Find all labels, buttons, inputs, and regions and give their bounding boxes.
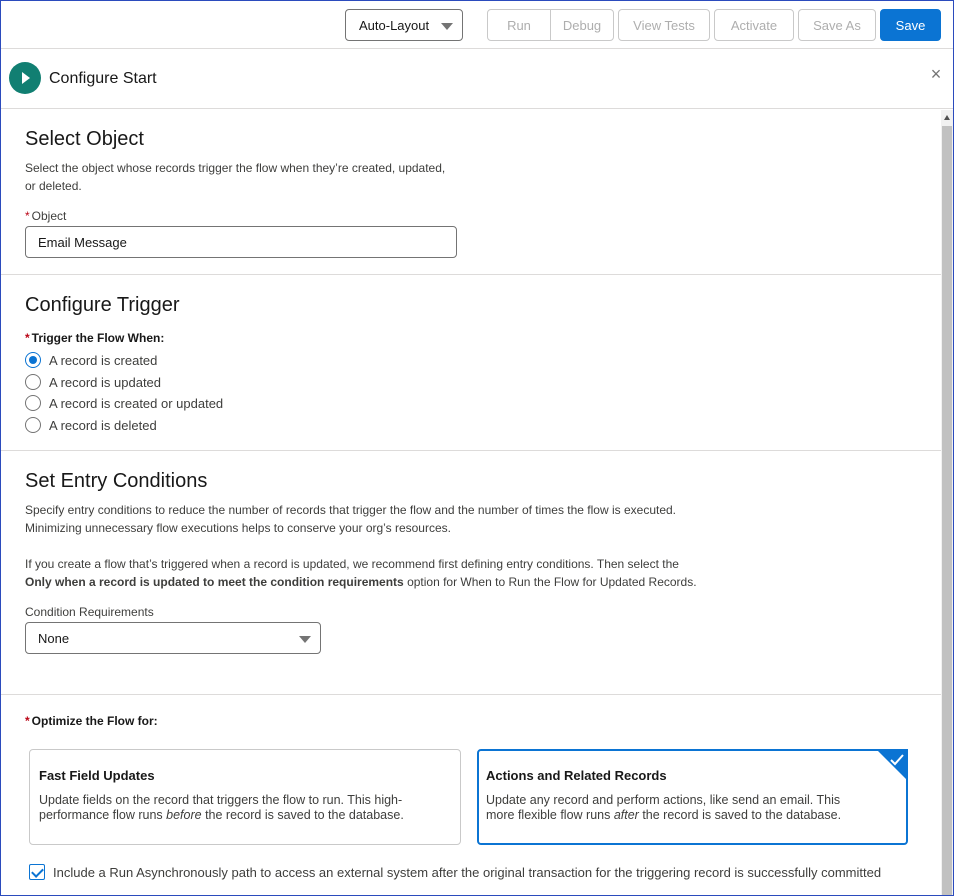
run-async-checkbox-row[interactable]: Include a Run Asynchronously path to acc… bbox=[29, 864, 881, 880]
select-object-description-line1: Select the object whose records trigger … bbox=[25, 161, 446, 175]
run-async-label: Include a Run Asynchronously path to acc… bbox=[53, 864, 882, 880]
auto-layout-label: Auto-Layout bbox=[359, 17, 430, 33]
condition-requirements-select[interactable]: None bbox=[25, 622, 321, 654]
card-description-pre: more flexible flow runs bbox=[486, 808, 614, 822]
trigger-label: * Trigger the Flow When: bbox=[25, 331, 164, 345]
object-field-label: * Object bbox=[25, 209, 66, 223]
section-divider bbox=[1, 694, 941, 695]
condition-requirements-value: None bbox=[38, 630, 70, 646]
section-divider bbox=[1, 450, 941, 451]
card-description-pre: performance flow runs bbox=[39, 808, 167, 822]
radio-button-checked[interactable] bbox=[25, 352, 41, 368]
scroll-up-arrow-icon[interactable] bbox=[944, 115, 950, 120]
view-tests-button[interactable]: View Tests bbox=[618, 9, 710, 41]
run-async-checkbox[interactable] bbox=[29, 864, 45, 880]
radio-label: A record is created or updated bbox=[49, 395, 224, 411]
section-divider bbox=[1, 274, 941, 275]
card-description-line1: Update any record and perform actions, l… bbox=[486, 793, 841, 807]
required-marker: * bbox=[25, 714, 30, 728]
radio-record-created-or-updated[interactable]: A record is created or updated bbox=[25, 394, 223, 412]
panel-title: Configure Start bbox=[49, 70, 157, 87]
select-object-description-line2: or deleted. bbox=[25, 179, 82, 193]
object-input-value: Email Message bbox=[38, 234, 127, 250]
run-debug-button-group: Run Debug bbox=[487, 9, 614, 41]
radio-record-created[interactable]: A record is created bbox=[25, 351, 157, 369]
configure-trigger-title: Configure Trigger bbox=[25, 294, 180, 316]
radio-label: A record is created bbox=[49, 352, 158, 368]
auto-layout-dropdown[interactable]: Auto-Layout bbox=[345, 9, 463, 41]
card-description-em: after bbox=[613, 808, 639, 822]
card-description: Update fields on the record that trigger… bbox=[39, 793, 404, 823]
panel-header: Configure Start × bbox=[1, 50, 953, 109]
scrollbar-thumb[interactable] bbox=[942, 126, 952, 895]
radio-record-updated[interactable]: A record is updated bbox=[25, 373, 161, 391]
select-object-title: Select Object bbox=[25, 128, 144, 150]
fast-field-updates-card[interactable]: Fast Field Updates Update fields on the … bbox=[29, 749, 461, 845]
entry-conditions-description-line2: Minimizing unnecessary flow executions h… bbox=[25, 521, 451, 535]
card-title: Actions and Related Records bbox=[486, 768, 667, 783]
entry-conditions-title: Set Entry Conditions bbox=[25, 470, 208, 492]
card-title: Fast Field Updates bbox=[39, 768, 155, 783]
chevron-down-icon bbox=[441, 23, 453, 30]
optimize-label-text: Optimize the Flow for: bbox=[31, 714, 158, 728]
save-button[interactable]: Save bbox=[880, 9, 941, 41]
entry-conditions-description-line1: Specify entry conditions to reduce the n… bbox=[25, 503, 677, 517]
card-description: Update any record and perform actions, l… bbox=[486, 793, 841, 823]
object-input[interactable]: Email Message bbox=[25, 226, 457, 258]
card-description-em: before bbox=[166, 808, 202, 822]
card-description-line1: Update fields on the record that trigger… bbox=[39, 793, 403, 807]
trigger-label-text: Trigger the Flow When: bbox=[31, 331, 165, 345]
entry-conditions-note-line1: If you create a flow that’s triggered wh… bbox=[25, 557, 679, 571]
radio-button[interactable] bbox=[25, 417, 41, 433]
entry-conditions-note-line2: Only when a record is updated to meet th… bbox=[25, 573, 697, 591]
entry-conditions-note-rest: option for When to Run the Flow for Upda… bbox=[403, 575, 697, 589]
play-icon bbox=[9, 62, 41, 94]
radio-label: A record is updated bbox=[49, 374, 162, 390]
panel-content: Select Object Select the object whose re… bbox=[1, 110, 941, 895]
activate-button[interactable]: Activate bbox=[714, 9, 794, 41]
radio-button[interactable] bbox=[25, 374, 41, 390]
required-marker: * bbox=[25, 331, 30, 345]
save-as-button[interactable]: Save As bbox=[798, 9, 876, 41]
required-marker: * bbox=[25, 209, 30, 223]
actions-related-records-card[interactable]: Actions and Related Records Update any r… bbox=[477, 749, 908, 845]
chevron-down-icon bbox=[299, 636, 311, 643]
debug-button[interactable]: Debug bbox=[550, 10, 613, 40]
flow-toolbar: Auto-Layout Run Debug View Tests Activat… bbox=[1, 1, 953, 49]
radio-label: A record is deleted bbox=[49, 417, 157, 433]
radio-record-deleted[interactable]: A record is deleted bbox=[25, 416, 157, 434]
object-label-text: Object bbox=[31, 209, 67, 223]
card-description-post: the record is saved to the database. bbox=[201, 808, 404, 822]
selected-check-icon bbox=[876, 749, 908, 781]
run-button[interactable]: Run bbox=[488, 10, 550, 40]
card-description-post: the record is saved to the database. bbox=[638, 808, 842, 822]
radio-button[interactable] bbox=[25, 395, 41, 411]
optimize-label: * Optimize the Flow for: bbox=[25, 714, 158, 728]
configure-start-window: Auto-Layout Run Debug View Tests Activat… bbox=[0, 0, 954, 896]
condition-requirements-label: Condition Requirements bbox=[25, 605, 154, 619]
vertical-scrollbar[interactable] bbox=[941, 110, 953, 895]
entry-conditions-note-bold: Only when a record is updated to meet th… bbox=[25, 575, 404, 589]
close-icon[interactable]: × bbox=[928, 65, 944, 83]
